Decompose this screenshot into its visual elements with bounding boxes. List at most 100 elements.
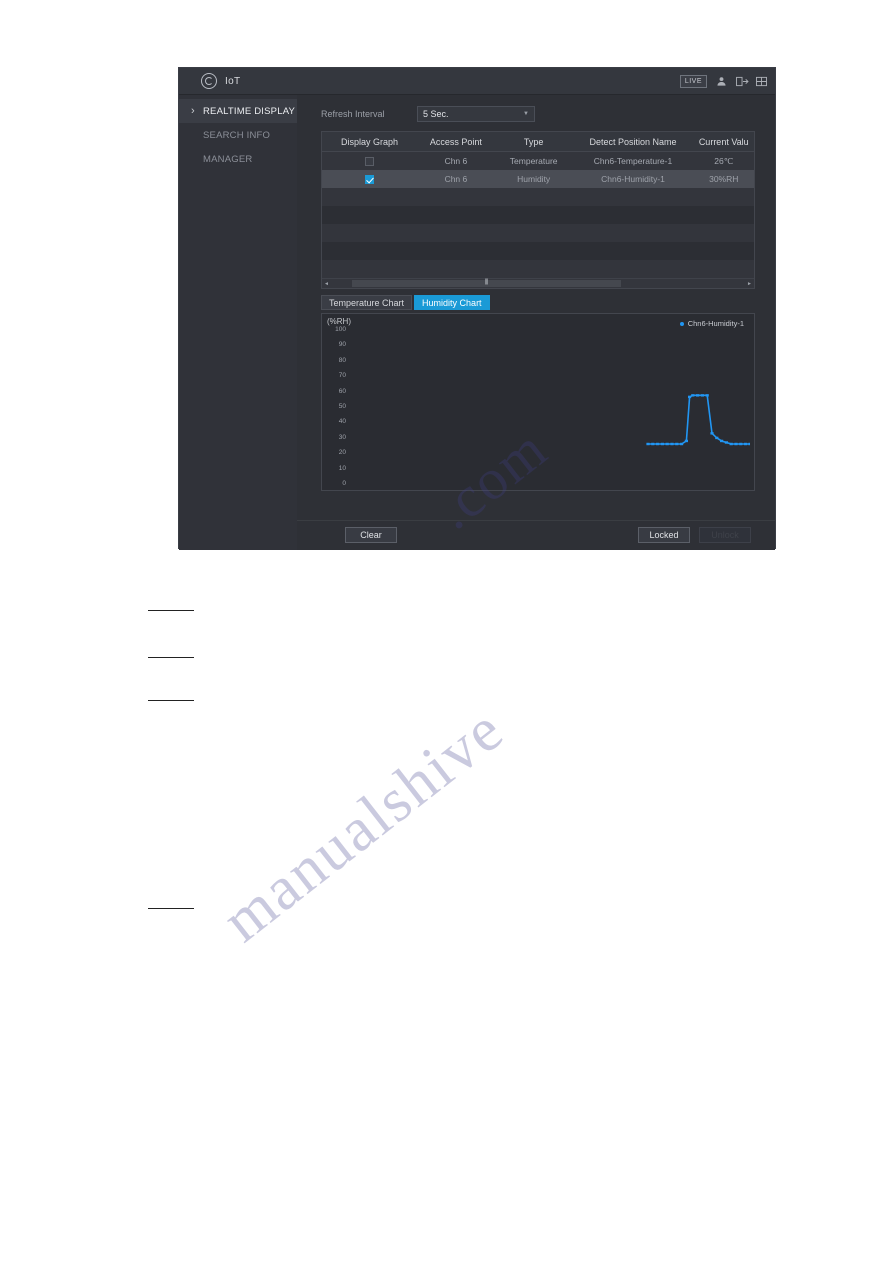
table-row[interactable]: Chn 6 Humidity Chn6-Humidity-1 30%RH <box>322 170 754 188</box>
series-point <box>684 439 688 443</box>
column-header-display-graph: Display Graph <box>322 132 418 152</box>
display-graph-cell[interactable] <box>322 170 418 188</box>
series-line <box>648 395 750 444</box>
series-point <box>734 442 738 446</box>
iot-window: IoT LIVE › REALTIME DISPLAY SEARCH INFO … <box>178 67 776 550</box>
sidebar-item-search-info[interactable]: SEARCH INFO <box>179 123 297 147</box>
y-axis-tick: 10 <box>338 464 346 472</box>
position-name-cell: Chn6-Temperature-1 <box>572 151 694 170</box>
table-horizontal-scrollbar[interactable]: ◄ ► <box>322 278 754 288</box>
footer-right-group: Locked Unlock <box>638 526 751 543</box>
user-icon[interactable] <box>716 76 727 87</box>
scroll-left-arrow-icon[interactable]: ◄ <box>322 279 331 288</box>
window-titlebar: IoT LIVE <box>179 68 775 95</box>
scrollbar-track[interactable] <box>331 279 745 288</box>
series-point <box>710 432 714 435</box>
document-rule <box>148 908 194 909</box>
sensor-table: Display Graph Access Point Type Detect P… <box>321 131 755 289</box>
chart-y-unit-label: (%RH) <box>327 317 351 326</box>
refresh-interval-value: 5 Sec. <box>423 109 449 119</box>
table-row-empty <box>322 206 754 224</box>
document-rule <box>148 700 194 701</box>
column-header-current-value: Current Valu <box>693 132 754 152</box>
y-axis-tick: 50 <box>338 403 346 410</box>
y-axis-tick: 90 <box>338 341 346 349</box>
series-point <box>715 436 719 440</box>
series-point <box>729 442 733 446</box>
column-header-access-point: Access Point <box>417 132 495 152</box>
table-row[interactable]: Chn 6 Temperature Chn6-Temperature-1 26℃ <box>322 151 754 170</box>
series-point <box>665 442 669 446</box>
access-point-cell: Chn 6 <box>417 151 495 170</box>
document-rule <box>148 610 194 611</box>
logout-icon[interactable] <box>736 76 749 87</box>
series-point <box>724 441 728 444</box>
column-header-detect-position-name: Detect Position Name <box>572 132 694 152</box>
layout-grid-icon[interactable] <box>756 76 767 87</box>
series-point <box>705 394 709 397</box>
series-point <box>680 442 684 446</box>
position-name-cell: Chn6-Humidity-1 <box>572 170 694 188</box>
refresh-interval-label: Refresh Interval <box>321 109 385 119</box>
sidebar-item-manager[interactable]: MANAGER <box>179 147 297 171</box>
y-axis-tick: 70 <box>338 372 346 380</box>
type-cell: Temperature <box>494 151 573 170</box>
series-point <box>748 442 750 446</box>
window-title: IoT <box>225 75 241 87</box>
sidebar-item-realtime-display[interactable]: REALTIME DISPLAY <box>179 99 297 123</box>
table-row-empty <box>322 224 754 242</box>
series-point <box>651 442 655 446</box>
live-badge[interactable]: LIVE <box>679 74 707 88</box>
y-axis-tick: 80 <box>338 356 346 364</box>
series-point <box>691 394 695 397</box>
y-axis-tick: 0 <box>342 480 346 487</box>
chart-plot-area <box>350 330 750 482</box>
sidebar-item-label: REALTIME DISPLAY <box>203 105 296 117</box>
table-row-empty <box>322 242 754 260</box>
humidity-chart: (%RH) Chn6-Humidity-1 100 90 80 70 60 50 40 30 2… <box>321 313 755 491</box>
window-body: REALTIME DISPLAY SEARCH INFO MANAGER Ref… <box>179 95 775 550</box>
series-point <box>675 442 679 446</box>
series-point <box>670 442 674 446</box>
main-content: Refresh Interval 5 Sec. ▼ Display Graph … <box>297 95 775 550</box>
scrollbar-thumb[interactable] <box>351 280 621 287</box>
tab-temperature-chart[interactable]: Temperature Chart <box>321 295 413 310</box>
chart-legend: Chn6-Humidity-1 <box>679 319 744 328</box>
table-header-row: Display Graph Access Point Type Detect P… <box>322 132 754 152</box>
y-axis-tick: 40 <box>338 418 346 426</box>
legend-marker-icon <box>679 321 684 326</box>
legend-label: Chn6-Humidity-1 <box>687 319 744 328</box>
y-axis-tick: 20 <box>338 449 346 457</box>
series-point <box>688 395 692 399</box>
clear-button[interactable]: Clear <box>345 526 397 543</box>
type-cell: Humidity <box>494 170 573 188</box>
y-axis-tick: 60 <box>338 387 346 395</box>
display-graph-checkbox[interactable] <box>365 157 375 167</box>
sidebar-item-label: SEARCH INFO <box>203 129 271 141</box>
display-graph-cell[interactable] <box>322 151 418 170</box>
series-point <box>700 394 704 397</box>
series-point <box>696 394 700 397</box>
sidebar-item-label: MANAGER <box>203 153 253 165</box>
iot-globe-icon <box>201 73 217 89</box>
column-header-type: Type <box>494 132 573 152</box>
current-value-cell: 26℃ <box>693 151 754 170</box>
series-point <box>646 442 650 446</box>
locked-button[interactable]: Locked <box>638 526 690 543</box>
tab-humidity-chart[interactable]: Humidity Chart <box>414 295 490 310</box>
series-point <box>720 439 724 443</box>
unlock-button: Unlock <box>699 526 751 543</box>
chart-tabs: Temperature Chart Humidity Chart <box>321 295 755 310</box>
y-axis-tick: 100 <box>335 326 346 333</box>
current-value-cell: 30%RH <box>693 170 754 188</box>
chart-series-svg <box>646 394 750 446</box>
scroll-right-arrow-icon[interactable]: ► <box>745 279 754 288</box>
window-footer: Clear Locked Unlock <box>297 520 775 548</box>
refresh-interval-row: Refresh Interval 5 Sec. ▼ <box>321 105 755 123</box>
document-rule <box>148 657 194 658</box>
display-graph-checkbox[interactable] <box>365 175 375 185</box>
sidebar: REALTIME DISPLAY SEARCH INFO MANAGER <box>179 95 297 550</box>
refresh-interval-select[interactable]: 5 Sec. ▼ <box>417 106 535 122</box>
titlebar-actions: LIVE <box>679 74 767 88</box>
series-point <box>660 442 664 446</box>
